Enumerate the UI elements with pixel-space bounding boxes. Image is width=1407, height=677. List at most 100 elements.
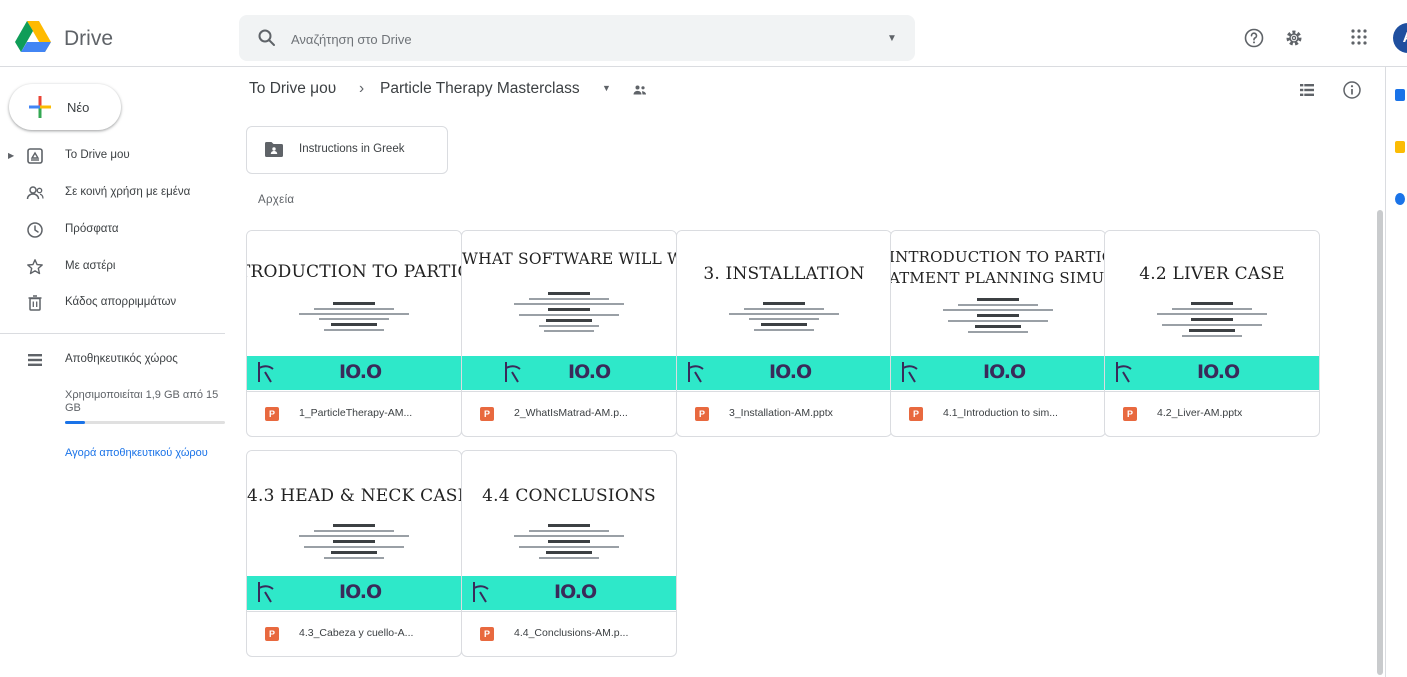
slide-band-logo: IO.O	[339, 581, 382, 603]
slide-body-text	[287, 299, 421, 341]
slide-body-text	[287, 521, 421, 563]
breadcrumb-root[interactable]: Το Drive μου	[249, 80, 336, 98]
app-name[interactable]: Drive	[64, 27, 113, 51]
file-name: 2_WhatIsMatrad-AM.p...	[514, 407, 628, 419]
slide-footer-band: IO.O	[1105, 356, 1319, 390]
slide-band-logo: IO.O	[769, 361, 812, 383]
file-name: 4.2_Liver-AM.pptx	[1157, 407, 1243, 419]
help-icon[interactable]	[1243, 27, 1265, 49]
sidebar-item-label: Με αστέρι	[65, 260, 116, 272]
slide-thumbnail: WHAT SOFTWARE WILL WE USE IO.O	[462, 231, 676, 391]
search-options-dropdown-icon[interactable]: ▼	[887, 33, 897, 44]
file-footer: P 1_ParticleTherapy-AM...	[247, 391, 461, 436]
expand-arrow-icon[interactable]: ▶	[8, 151, 14, 160]
powerpoint-file-icon: P	[480, 627, 494, 641]
clock-icon	[27, 222, 43, 238]
sidebar-divider	[0, 333, 225, 334]
drive-logo-icon[interactable]	[15, 21, 51, 53]
slide-thumbnail: TRODUCTION TO PARTICLE TH IO.O	[247, 231, 461, 391]
file-card[interactable]: 4.2 LIVER CASE IO.O P 4.2_Liver-AM.pptx	[1104, 230, 1320, 437]
search-input[interactable]	[289, 28, 853, 50]
file-card[interactable]: 4.4 CONCLUSIONS IO.O P 4.4_Conclusions-A…	[461, 450, 677, 657]
slide-body-text	[1145, 299, 1279, 341]
file-name: 4.4_Conclusions-AM.p...	[514, 627, 629, 639]
sidebar-item-label: Κάδος απορριμμάτων	[65, 296, 177, 308]
slide-footer-band: IO.O	[462, 576, 676, 610]
powerpoint-file-icon: P	[1123, 407, 1137, 421]
storage-icon	[28, 354, 42, 366]
breadcrumb-separator-icon: ›	[359, 80, 365, 97]
sidebar-item-trash[interactable]: Κάδος απορριμμάτων	[0, 290, 230, 318]
slide-logo-mark-icon	[473, 582, 489, 603]
folder-menu-chevron-down-icon[interactable]: ▼	[602, 83, 611, 93]
sidebar-item-label: Το Drive μου	[65, 149, 130, 161]
top-bar: Drive ▼ A	[0, 0, 1407, 67]
folder-card[interactable]: Instructions in Greek	[246, 126, 448, 174]
slide-title: INTRODUCTION TO PARTICLE ATMENT PLANNING…	[891, 248, 1105, 287]
file-card[interactable]: TRODUCTION TO PARTICLE TH IO.O P 1_Parti…	[246, 230, 462, 437]
file-footer: P 2_WhatIsMatrad-AM.p...	[462, 391, 676, 436]
search-bar[interactable]: ▼	[239, 15, 915, 61]
file-card[interactable]: WHAT SOFTWARE WILL WE USE IO.O P 2_WhatI…	[461, 230, 677, 437]
slide-body-text	[502, 521, 636, 563]
file-card[interactable]: 4.3 HEAD & NECK CASE IO.O P 4.3_Cabeza y…	[246, 450, 462, 657]
sidebar-item-storage[interactable]: Αποθηκευτικός χώρος	[0, 347, 230, 375]
slide-logo-mark-icon	[688, 362, 704, 383]
sidebar-item-starred[interactable]: Με αστέρι	[0, 254, 230, 282]
new-button[interactable]: Νέο	[9, 84, 121, 130]
breadcrumb-current-folder[interactable]: Particle Therapy Masterclass	[380, 80, 580, 98]
file-name: 3_Installation-AM.pptx	[729, 407, 833, 419]
my-drive-icon	[27, 148, 43, 164]
slide-logo-mark-icon	[1116, 362, 1132, 383]
powerpoint-file-icon: P	[909, 407, 923, 421]
file-footer: P 4.1_Introduction to sim...	[891, 391, 1105, 436]
shared-folder-people-icon[interactable]	[632, 83, 648, 97]
slide-band-logo: IO.O	[339, 361, 382, 383]
list-view-icon[interactable]	[1299, 82, 1315, 98]
file-card[interactable]: 3. INSTALLATION IO.O P 3_Installation-AM…	[676, 230, 892, 437]
slide-thumbnail: 4.3 HEAD & NECK CASE IO.O	[247, 451, 461, 611]
shared-folder-icon	[265, 142, 283, 157]
sidebar-item-my-drive[interactable]: ▶ Το Drive μου	[0, 143, 230, 171]
files-section-heading: Αρχεία	[258, 194, 295, 206]
slide-body-text	[931, 295, 1065, 347]
shared-with-me-icon	[26, 186, 44, 200]
sidebar-item-label: Σε κοινή χρήση με εμένα	[65, 186, 191, 198]
file-footer: P 4.2_Liver-AM.pptx	[1105, 391, 1319, 436]
storage-progress-bar	[65, 421, 225, 424]
sidebar-item-shared-with-me[interactable]: Σε κοινή χρήση με εμένα	[0, 180, 230, 208]
slide-thumbnail: 4.2 LIVER CASE IO.O	[1105, 231, 1319, 391]
folder-name: Instructions in Greek	[299, 143, 405, 155]
powerpoint-file-icon: P	[695, 407, 709, 421]
slide-thumbnail: 4.4 CONCLUSIONS IO.O	[462, 451, 676, 611]
calendar-app-icon[interactable]	[1395, 89, 1405, 101]
slide-thumbnail: 3. INSTALLATION IO.O	[677, 231, 891, 391]
tasks-app-icon[interactable]	[1395, 193, 1405, 205]
search-icon[interactable]	[257, 28, 277, 48]
info-icon[interactable]	[1342, 80, 1362, 100]
slide-footer-band: IO.O	[462, 356, 676, 390]
slide-band-logo: IO.O	[568, 361, 611, 383]
keep-app-icon[interactable]	[1395, 141, 1405, 153]
slide-title: 4.4 CONCLUSIONS	[482, 486, 656, 506]
account-avatar[interactable]: A	[1393, 23, 1407, 53]
new-button-label: Νέο	[67, 100, 90, 115]
file-name: 4.1_Introduction to sim...	[943, 407, 1058, 419]
slide-footer-band: IO.O	[891, 356, 1105, 390]
file-name: 4.3_Cabeza y cuello-A...	[299, 627, 414, 639]
buy-storage-link[interactable]: Αγορά αποθηκευτικού χώρου	[65, 446, 215, 460]
storage-label: Αποθηκευτικός χώρος	[65, 353, 178, 365]
sidebar-item-recent[interactable]: Πρόσφατα	[0, 217, 230, 245]
slide-logo-mark-icon	[505, 362, 521, 383]
slide-title: 3. INSTALLATION	[703, 264, 865, 284]
settings-gear-icon[interactable]	[1283, 27, 1305, 49]
file-card[interactable]: INTRODUCTION TO PARTICLE ATMENT PLANNING…	[890, 230, 1106, 437]
slide-logo-mark-icon	[258, 582, 274, 603]
storage-progress-fill	[65, 421, 86, 424]
scrollbar[interactable]	[1377, 210, 1383, 675]
slide-title: 4.2 LIVER CASE	[1139, 264, 1285, 284]
slide-logo-mark-icon	[258, 362, 274, 383]
file-footer: P 4.3_Cabeza y cuello-A...	[247, 611, 461, 656]
apps-grid-icon[interactable]	[1350, 28, 1368, 46]
plus-icon	[29, 96, 51, 118]
